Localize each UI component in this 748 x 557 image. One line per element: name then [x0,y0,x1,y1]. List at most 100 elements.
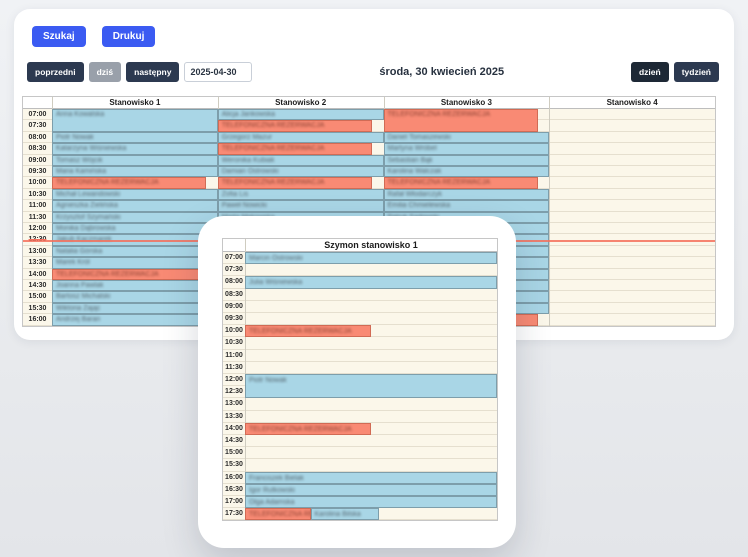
appointment-entry[interactable]: Joanna Pawlak [52,280,218,291]
entry-label: Rafał Włodarczyk [385,190,549,200]
appointment-entry[interactable]: Michał Lewandowski [52,189,218,200]
schedule-row[interactable]: 11:30 [223,362,497,374]
time-label: 11:30 [223,362,245,374]
appointment-entry[interactable]: Anna Kowalska [52,109,218,132]
entry-label: Julia Wiśniewska [246,277,496,288]
entry-label: Karolina Walczak [385,167,549,177]
date-input[interactable] [184,62,252,82]
appointment-entry[interactable]: Monika Dąbrowska [52,223,218,234]
week-view-button[interactable]: tydzień [674,62,719,82]
entry-label: TELEFONICZNA REZERWACJA [219,144,371,154]
appointment-entry[interactable]: Karolina Bilska [311,508,379,520]
appointment-entry[interactable]: Bartosz Michalski [52,291,218,302]
schedule-row[interactable]: 11:00 [223,350,497,362]
entry-label: TELEFONICZNA REZERWACJA [246,424,370,435]
time-label: 15:30 [23,303,52,314]
entry-label: TELEFONICZNA REZERWACJA [246,326,370,337]
appointment-entry[interactable]: Maria Kamińska [52,166,218,177]
view-switch-group: dzień tydzień [631,62,719,82]
next-day-button[interactable]: następny [126,62,179,82]
previous-day-button[interactable]: poprzedni [27,62,84,82]
appointment-entry[interactable]: Piotr Nowak [245,374,497,398]
entry-label: Katarzyna Wiśniewska [53,144,217,154]
appointment-entry[interactable]: Marek Król [52,257,218,268]
appointment-entry[interactable]: Wiktoria Zając [52,303,218,314]
appointment-entry[interactable]: Krzysztof Szymański [52,212,218,223]
time-label: 09:00 [23,155,52,166]
entry-label: Emilia Chmielewska [385,201,549,211]
appointment-entry[interactable]: Sebastian Bąk [384,155,550,166]
schedule-row[interactable]: 13:00 [223,398,497,410]
appointment-entry[interactable]: Marcin Ostrowski [245,252,497,264]
appointment-entry[interactable]: Martyna Wróbel [384,143,550,154]
time-label: 10:00 [223,325,245,337]
schedule-row[interactable]: 07:30 [223,264,497,276]
time-label: 15:00 [223,447,245,459]
appointment-entry[interactable]: Daniel Tomaszewski [384,132,550,143]
entry-label: Joanna Pawlak [53,281,217,291]
entry-label: TELEFONICZNA REZERWACJA [53,270,205,280]
employee-schedule-table: Szymon stanowisko 107:0007:3008:0008:300… [222,238,498,521]
schedule-row[interactable]: 14:30 [223,435,497,447]
appointment-entry[interactable]: Weronika Kubiak [218,155,384,166]
schedule-row[interactable]: 15:00 [223,447,497,459]
entry-label: Agnieszka Zielińska [53,201,217,211]
time-label: 11:00 [223,350,245,362]
print-button[interactable]: Drukuj [102,26,156,47]
phone-reservation-entry[interactable]: TELEFONICZNA REZERWACJA [245,423,371,435]
entry-label: Daniel Tomaszewski [385,133,549,143]
time-label: 09:30 [23,166,52,177]
appointment-entry[interactable]: Franciszek Bielak [245,472,497,484]
column-divider [549,97,550,326]
time-label: 11:30 [23,212,52,223]
entry-label: Anna Kowalska [53,110,217,120]
time-label: 08:00 [23,132,52,143]
phone-reservation-entry[interactable]: TELEFONICZNA REZERWACJA [52,269,206,280]
schedule-row[interactable]: 15:30 [223,459,497,471]
appointment-entry[interactable]: Andrzej Baran [52,314,218,325]
schedule-row[interactable]: 09:30 [223,313,497,325]
phone-reservation-entry[interactable]: TELEFONICZNA REZERWACJA [245,325,371,337]
entry-label: Krzysztof Szymański [53,213,217,223]
entry-label: Grzegorz Mazur [219,133,383,143]
appointment-entry[interactable]: Olga Adamska [245,496,497,508]
appointment-entry[interactable]: Igor Rutkowski [245,484,497,496]
entry-label: Zofia Lis [219,190,383,200]
phone-reservation-entry[interactable]: TELEFONICZNA REZERWACJA [218,143,372,154]
time-label: 16:30 [223,484,245,496]
phone-reservation-entry[interactable]: TELEFONICZNA REZERWACJA [52,177,206,188]
day-view-button[interactable]: dzień [631,62,669,82]
appointment-entry[interactable]: Alicja Jankowska [218,109,384,120]
appointment-entry[interactable]: Damian Ostrowski [218,166,384,177]
appointment-entry[interactable]: Emilia Chmielewska [384,200,550,211]
appointment-entry[interactable]: Rafał Włodarczyk [384,189,550,200]
column-header: Stanowisko 1 [52,97,218,108]
appointment-entry[interactable]: Agnieszka Zielińska [52,200,218,211]
search-button[interactable]: Szukaj [32,26,86,47]
nav-left-group: poprzedni dziś następny [27,62,252,82]
phone-reservation-entry[interactable]: TELEFONICZNA REZERWACJA [384,177,538,188]
appointment-entry[interactable]: Katarzyna Wiśniewska [52,143,218,154]
appointment-entry[interactable]: Paweł Nowicki [218,200,384,211]
entry-label: TELEFONICZNA REZERWACJA [219,178,371,188]
appointment-entry[interactable]: Karolina Walczak [384,166,550,177]
appointment-entry[interactable]: Grzegorz Mazur [218,132,384,143]
schedule-row[interactable]: 13:30 [223,411,497,423]
phone-reservation-entry[interactable]: TELEFONICZNA REZERWACJA [384,109,538,132]
appointment-entry[interactable]: Tomasz Wójcik [52,155,218,166]
schedule-row[interactable]: 10:30 [223,337,497,349]
time-label: 07:30 [223,264,245,276]
phone-reservation-entry[interactable]: TELEFONICZNA REZERWACJA [218,177,372,188]
schedule-row[interactable]: 08:30 [223,289,497,301]
today-button[interactable]: dziś [89,62,122,82]
entry-label: Damian Ostrowski [219,167,383,177]
appointment-entry[interactable]: Julia Wiśniewska [245,276,497,288]
time-label: 12:00 [23,223,52,234]
appointment-entry[interactable]: Zofia Lis [218,189,384,200]
phone-reservation-entry[interactable]: TELEFONICZNA REZERWACJA [245,508,311,520]
phone-reservation-entry[interactable]: TELEFONICZNA REZERWACJA [218,120,372,131]
appointment-entry[interactable]: Natalia Górska [52,246,218,257]
appointment-entry[interactable]: Piotr Nowak [52,132,218,143]
schedule-header-row: Szymon stanowisko 1 [223,239,497,252]
schedule-row[interactable]: 09:00 [223,301,497,313]
